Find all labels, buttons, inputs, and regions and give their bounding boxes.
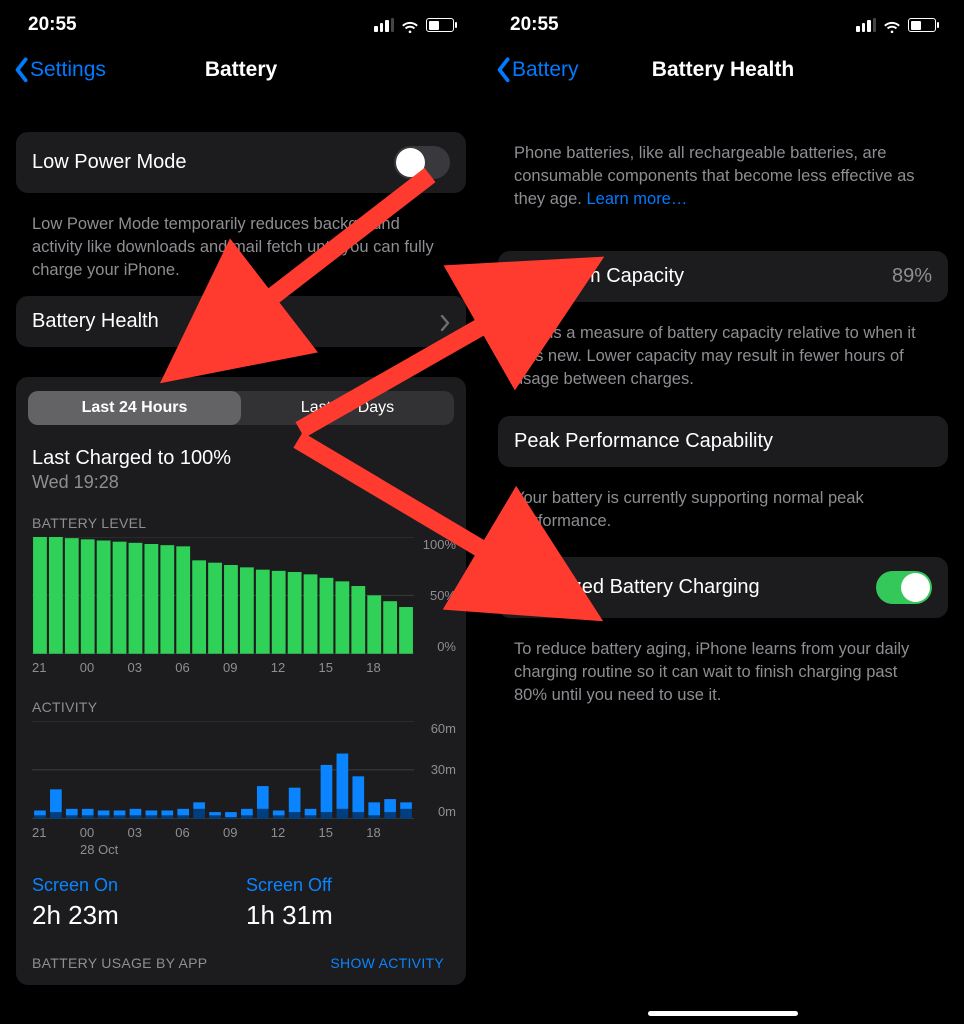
last-charged-sub: Wed 19:28 [16, 472, 466, 507]
home-indicator[interactable] [648, 1011, 798, 1016]
wifi-icon [401, 18, 419, 32]
battery-level-label: BATTERY LEVEL [16, 507, 466, 537]
cellular-icon [374, 18, 394, 32]
max-capacity-note: This is a measure of battery capacity re… [482, 312, 964, 395]
activity-chart [32, 721, 414, 819]
back-button[interactable]: Battery [496, 58, 579, 82]
optimized-charging-label: Optimized Battery Charging [514, 576, 760, 599]
intro-note: Phone batteries, like all rechargeable b… [482, 132, 964, 215]
peak-performance-label: Peak Performance Capability [514, 430, 773, 453]
screen-on-label: Screen On [32, 875, 236, 896]
max-capacity-row[interactable]: Maximum Capacity 89% [498, 251, 948, 302]
learn-more-link[interactable]: Learn more… [586, 190, 687, 208]
status-indicators [856, 18, 936, 32]
wifi-icon [883, 18, 901, 32]
optimized-charging-note: To reduce battery aging, iPhone learns f… [482, 628, 964, 711]
optimized-charging-toggle[interactable] [876, 571, 932, 604]
chart1-ylabels: 100%50%0% [423, 537, 456, 654]
chevron-left-icon [14, 59, 28, 81]
lpm-label: Low Power Mode [32, 151, 187, 174]
battery-icon [908, 18, 936, 32]
lpm-note: Low Power Mode temporarily reduces backg… [0, 203, 482, 286]
screen-off-value: 1h 31m [246, 900, 450, 931]
battery-health-row[interactable]: Battery Health [16, 296, 466, 347]
status-time: 20:55 [510, 14, 559, 36]
back-label: Settings [30, 58, 106, 82]
seg-10d[interactable]: Last 10 Days [241, 391, 454, 425]
back-button[interactable]: Settings [14, 58, 106, 82]
show-activity-link[interactable]: SHOW ACTIVITY [330, 955, 444, 971]
usage-card: Last 24 Hours Last 10 Days Last Charged … [16, 377, 466, 984]
page-title: Battery Health [652, 58, 794, 82]
screen-off-label: Screen Off [246, 875, 450, 896]
chart2-ylabels: 60m30m0m [431, 721, 456, 819]
status-bar: 20:55 [0, 0, 482, 40]
screen-on-value: 2h 23m [32, 900, 236, 931]
battery-level-chart [32, 537, 414, 654]
time-range-segment[interactable]: Last 24 Hours Last 10 Days [28, 391, 454, 425]
chart2-xaxis: 2100030609121518 [16, 819, 466, 840]
chart1-xaxis: 2100030609121518 [16, 654, 466, 675]
peak-performance-note: Your battery is currently supporting nor… [482, 477, 964, 537]
last-charged-title: Last Charged to 100% [16, 439, 466, 472]
battery-icon [426, 18, 454, 32]
screen-usage-row: Screen On 2h 23m Screen Off 1h 31m [16, 857, 466, 931]
chevron-right-icon [440, 314, 450, 330]
status-indicators [374, 18, 454, 32]
status-bar: 20:55 [482, 0, 964, 40]
status-time: 20:55 [28, 14, 77, 36]
peak-performance-row[interactable]: Peak Performance Capability [498, 416, 948, 467]
optimized-charging-row[interactable]: Optimized Battery Charging [498, 557, 948, 618]
seg-24h[interactable]: Last 24 Hours [28, 391, 241, 425]
back-label: Battery [512, 58, 579, 82]
lpm-toggle[interactable] [394, 146, 450, 179]
usage-by-app-label: BATTERY USAGE BY APP [32, 955, 207, 971]
activity-label: ACTIVITY [16, 691, 466, 721]
nav-header: Battery Battery Health [482, 40, 964, 102]
max-capacity-label: Maximum Capacity [514, 265, 684, 288]
max-capacity-value: 89% [892, 265, 932, 288]
nav-header: Settings Battery [0, 40, 482, 102]
battery-screen: 20:55 Settings Battery Low Power Mode [0, 0, 482, 1024]
battery-health-label: Battery Health [32, 310, 159, 333]
chart-xaxis-sub: 28 Oct [16, 840, 466, 857]
cellular-icon [856, 18, 876, 32]
battery-health-screen: 20:55 Battery Battery Health Phone batte… [482, 0, 964, 1024]
chevron-left-icon [496, 59, 510, 81]
low-power-mode-row[interactable]: Low Power Mode [16, 132, 466, 193]
page-title: Battery [205, 58, 277, 82]
